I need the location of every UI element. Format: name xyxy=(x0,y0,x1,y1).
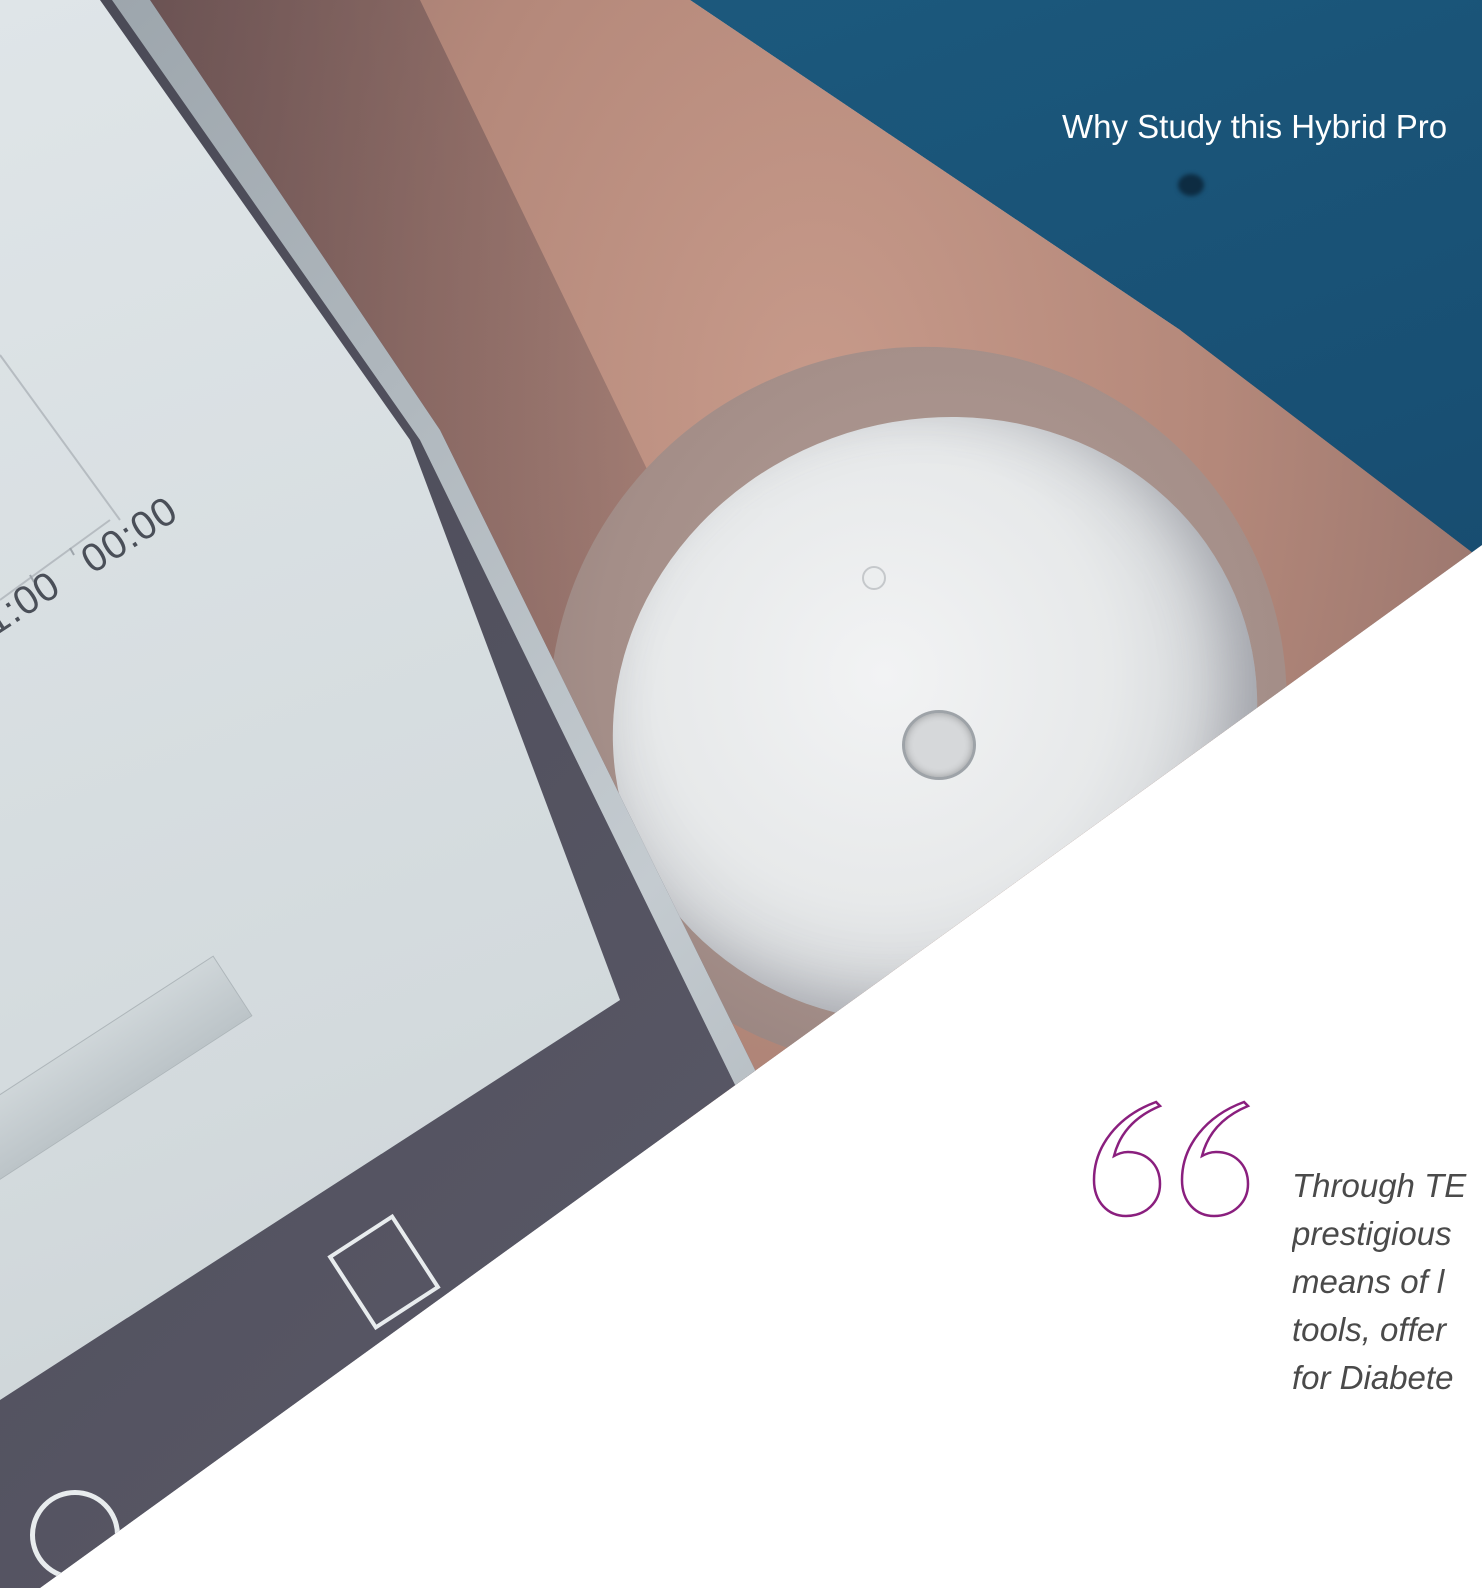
quotation-mark-icon xyxy=(1092,1100,1251,1218)
section-title: Why Study this Hybrid Pro xyxy=(1062,108,1448,145)
sensor-center-cap xyxy=(902,710,976,780)
quote-line: tools, offer xyxy=(1292,1311,1447,1348)
quote-line: for Diabete xyxy=(1292,1359,1454,1396)
testimonial-quote: Through TE prestigious means of l tools,… xyxy=(1292,1162,1482,1402)
quote-glyph-left xyxy=(1092,1100,1163,1218)
page: 1:00 00:00 Why Study this Hybrid Pro Thr… xyxy=(0,0,1482,1588)
blue-speck xyxy=(1178,174,1204,196)
hero-photo: 1:00 00:00 xyxy=(0,0,1482,1588)
quote-line: means of l xyxy=(1292,1263,1445,1300)
quote-glyph-right xyxy=(1180,1100,1251,1218)
chart-tick xyxy=(70,548,74,555)
home-icon xyxy=(30,1490,120,1580)
quote-line: prestigious xyxy=(1292,1215,1452,1252)
quote-line: Through TE xyxy=(1292,1167,1467,1204)
chart-axis-line xyxy=(0,355,120,520)
sensor-indicator xyxy=(862,566,886,590)
